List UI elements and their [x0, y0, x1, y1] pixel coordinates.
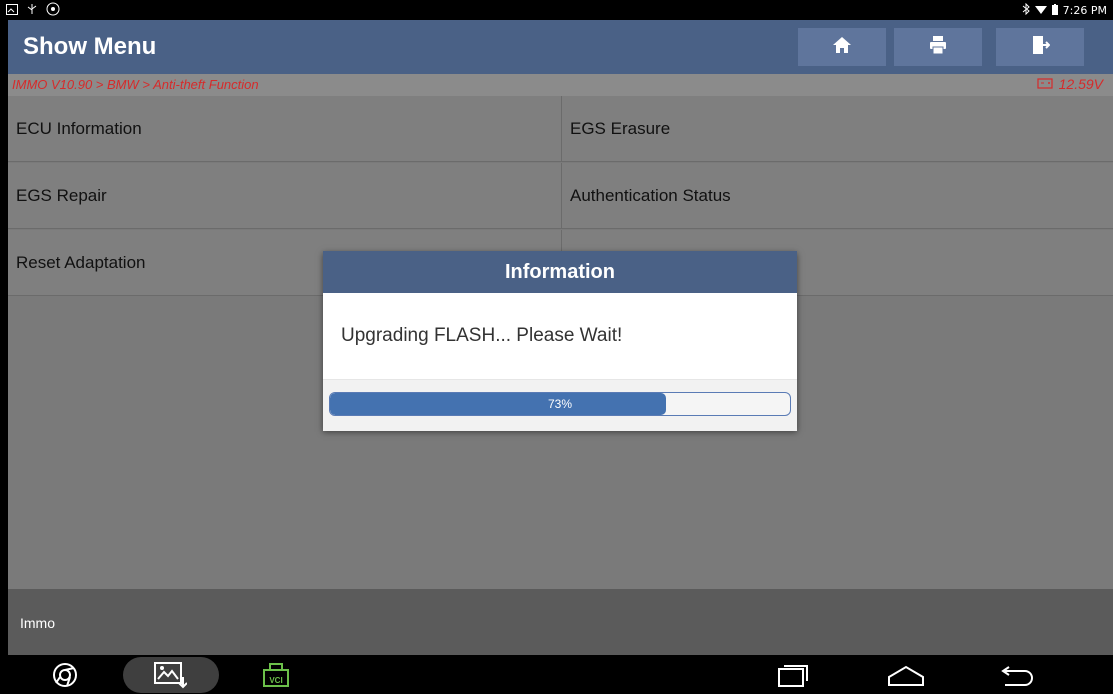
bluetooth-icon	[1022, 2, 1030, 18]
vci-label: VCI	[269, 676, 282, 685]
brightness-icon	[46, 2, 60, 19]
battery-icon	[1051, 3, 1058, 18]
home-icon	[832, 35, 852, 60]
home-nav-icon[interactable]	[887, 665, 925, 692]
gallery-icon	[6, 3, 18, 18]
voltage-indicator: 12.59V	[1037, 76, 1103, 92]
progress-text: 73%	[547, 397, 573, 411]
chrome-icon[interactable]	[52, 662, 78, 693]
title-bar: Show Menu	[8, 20, 1113, 74]
status-bar: 7:26 PM	[0, 0, 1113, 20]
menu-item-ecu-information[interactable]: ECU Information	[8, 96, 561, 162]
exit-icon	[1030, 35, 1051, 60]
usb-icon	[26, 3, 38, 18]
exit-button[interactable]	[996, 28, 1084, 66]
breadcrumb-path: IMMO V10.90 > BMW > Anti-theft Function	[12, 77, 259, 92]
wifi-icon	[1034, 4, 1047, 18]
voltage-value: 12.59V	[1058, 76, 1103, 92]
print-button[interactable]	[894, 28, 982, 66]
battery-voltage-icon	[1037, 76, 1053, 92]
dialog-message: Upgrading FLASH... Please Wait!	[341, 325, 623, 346]
menu-item-egs-erasure[interactable]: EGS Erasure	[561, 96, 1113, 162]
information-dialog: Information Upgrading FLASH... Please Wa…	[323, 251, 797, 431]
menu-item-egs-repair[interactable]: EGS Repair	[8, 163, 561, 229]
footer-label: Immo	[20, 615, 55, 631]
dialog-progress-area: 73%	[323, 379, 797, 431]
status-time: 7:26 PM	[1062, 4, 1107, 17]
progress-bar: 73%	[329, 392, 791, 416]
home-button[interactable]	[798, 28, 886, 66]
footer-bar: Immo	[8, 589, 1113, 655]
back-icon[interactable]	[997, 665, 1035, 692]
recent-apps-icon[interactable]	[776, 664, 810, 693]
screenshot-icon[interactable]	[153, 661, 188, 694]
dialog-title: Information	[323, 251, 797, 293]
breadcrumb: IMMO V10.90 > BMW > Anti-theft Function …	[8, 74, 1113, 96]
vci-icon[interactable]: VCI	[262, 662, 290, 693]
page-title: Show Menu	[23, 33, 157, 60]
nav-bar: VCI	[0, 655, 1113, 694]
menu-item-authentication-status[interactable]: Authentication Status	[561, 163, 1113, 229]
print-icon	[928, 35, 948, 60]
